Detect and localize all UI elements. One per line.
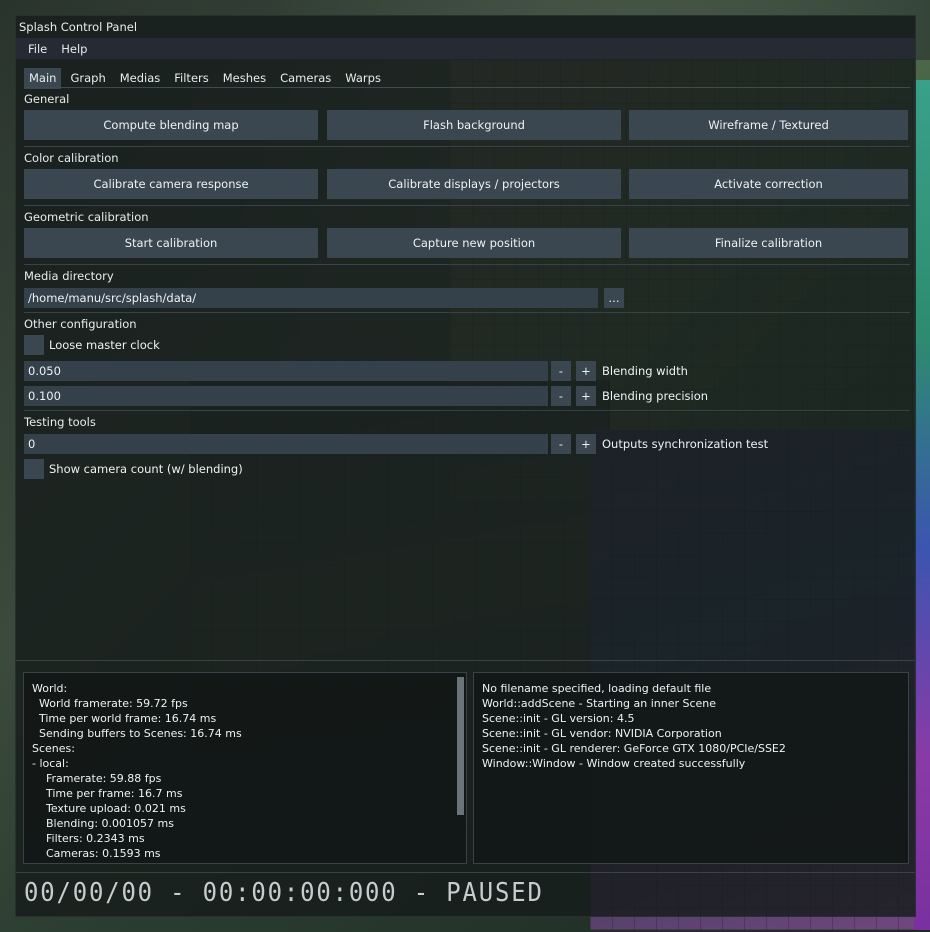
menu-bar: File Help xyxy=(16,38,915,59)
capture-new-position-button[interactable]: Capture new position xyxy=(327,228,621,258)
show-camera-count-label: Show camera count (w/ blending) xyxy=(49,462,243,476)
blending-width-input[interactable]: 0.050 xyxy=(24,361,548,381)
timecode-display: 00/00/00 - 00:00:00:000 - PAUSED xyxy=(24,878,544,908)
stats-line: Texture upload: 0.021 ms xyxy=(32,802,186,815)
stats-line: Scenes: xyxy=(32,742,75,755)
calibrate-camera-response-button[interactable]: Calibrate camera response xyxy=(24,169,318,199)
log-line: World::addScene - Starting an inner Scen… xyxy=(482,697,717,710)
stats-line: Cameras: 0.1593 ms xyxy=(32,847,161,860)
tab-underline xyxy=(24,87,910,88)
section-media-directory-title: Media directory xyxy=(24,269,114,283)
blending-width-increment[interactable]: + xyxy=(576,361,596,381)
stats-line: Sending buffers to Scenes: 16.74 ms xyxy=(32,727,242,740)
blending-precision-input[interactable]: 0.100 xyxy=(24,386,548,406)
finalize-calibration-button[interactable]: Finalize calibration xyxy=(629,228,908,258)
stats-line: Blending: 0.001057 ms xyxy=(32,817,174,830)
section-other-configuration-title: Other configuration xyxy=(24,317,137,331)
blending-precision-label: Blending precision xyxy=(602,389,709,403)
blending-width-label: Blending width xyxy=(602,364,688,378)
log-line: Scene::init - GL version: 4.5 xyxy=(482,712,635,725)
tab-filters[interactable]: Filters xyxy=(169,68,213,89)
calibrate-displays-button[interactable]: Calibrate displays / projectors xyxy=(327,169,621,199)
wireframe-textured-button[interactable]: Wireframe / Textured xyxy=(629,110,908,140)
compute-blending-map-button[interactable]: Compute blending map xyxy=(24,110,318,140)
tab-bar: Main Graph Medias Filters Meshes Cameras… xyxy=(24,68,390,89)
menu-file[interactable]: File xyxy=(21,42,54,56)
tab-graph[interactable]: Graph xyxy=(65,68,110,89)
log-line: No filename specified, loading default f… xyxy=(482,682,712,695)
sync-test-decrement[interactable]: - xyxy=(551,434,571,454)
log-line: Window::Window - Window created successf… xyxy=(482,757,746,770)
tab-meshes[interactable]: Meshes xyxy=(218,68,271,89)
flash-background-button[interactable]: Flash background xyxy=(327,110,621,140)
stats-scrollbar-thumb[interactable] xyxy=(457,677,464,815)
clock-divider xyxy=(16,872,915,873)
sync-test-increment[interactable]: + xyxy=(576,434,596,454)
tab-medias[interactable]: Medias xyxy=(115,68,166,89)
loose-master-clock-label: Loose master clock xyxy=(49,338,160,352)
log-line: Scene::init - GL renderer: GeForce GTX 1… xyxy=(482,742,786,755)
menu-help[interactable]: Help xyxy=(54,42,94,56)
loose-master-clock-checkbox[interactable] xyxy=(24,335,44,355)
separator xyxy=(24,146,910,147)
sync-test-label: Outputs synchronization test xyxy=(602,437,769,451)
log-line: Scene::init - GL vendor: NVIDIA Corporat… xyxy=(482,727,722,740)
stats-line: Framerate: 59.88 fps xyxy=(32,772,162,785)
stats-line: World framerate: 59.72 fps xyxy=(32,697,188,710)
stats-line: - local: xyxy=(32,757,69,770)
stats-line: World: xyxy=(32,682,68,695)
stats-line: Filters: 0.2343 ms xyxy=(32,832,145,845)
tab-main[interactable]: Main xyxy=(24,68,62,89)
control-panel-window: Splash Control Panel File Help Main Grap… xyxy=(16,16,915,916)
section-general-title: General xyxy=(24,92,70,106)
show-camera-count-checkbox[interactable] xyxy=(24,459,44,479)
stats-line: Time per world frame: 16.74 ms xyxy=(32,712,217,725)
separator xyxy=(24,205,910,206)
stats-panel[interactable]: World: World framerate: 59.72 fps Time p… xyxy=(24,673,466,863)
panel-divider xyxy=(16,660,915,661)
blending-width-decrement[interactable]: - xyxy=(551,361,571,381)
activate-correction-button[interactable]: Activate correction xyxy=(629,169,908,199)
browse-button[interactable]: ... xyxy=(604,288,624,308)
log-panel[interactable]: No filename specified, loading default f… xyxy=(474,673,908,863)
stats-scrollbar[interactable] xyxy=(457,677,464,815)
window-title: Splash Control Panel xyxy=(16,16,915,38)
sync-test-input[interactable]: 0 xyxy=(24,434,548,454)
section-color-calibration-title: Color calibration xyxy=(24,151,119,165)
section-geometric-calibration-title: Geometric calibration xyxy=(24,210,149,224)
stats-line: Time per frame: 16.7 ms xyxy=(32,787,183,800)
separator xyxy=(24,312,910,313)
section-testing-tools-title: Testing tools xyxy=(24,415,96,429)
blending-precision-increment[interactable]: + xyxy=(576,386,596,406)
separator xyxy=(24,410,910,411)
tab-cameras[interactable]: Cameras xyxy=(275,68,336,89)
start-calibration-button[interactable]: Start calibration xyxy=(24,228,318,258)
media-directory-input[interactable]: /home/manu/src/splash/data/ xyxy=(24,288,598,308)
separator xyxy=(24,264,910,265)
colored-cube-edge xyxy=(914,80,930,930)
blending-precision-decrement[interactable]: - xyxy=(551,386,571,406)
tab-warps[interactable]: Warps xyxy=(340,68,386,89)
